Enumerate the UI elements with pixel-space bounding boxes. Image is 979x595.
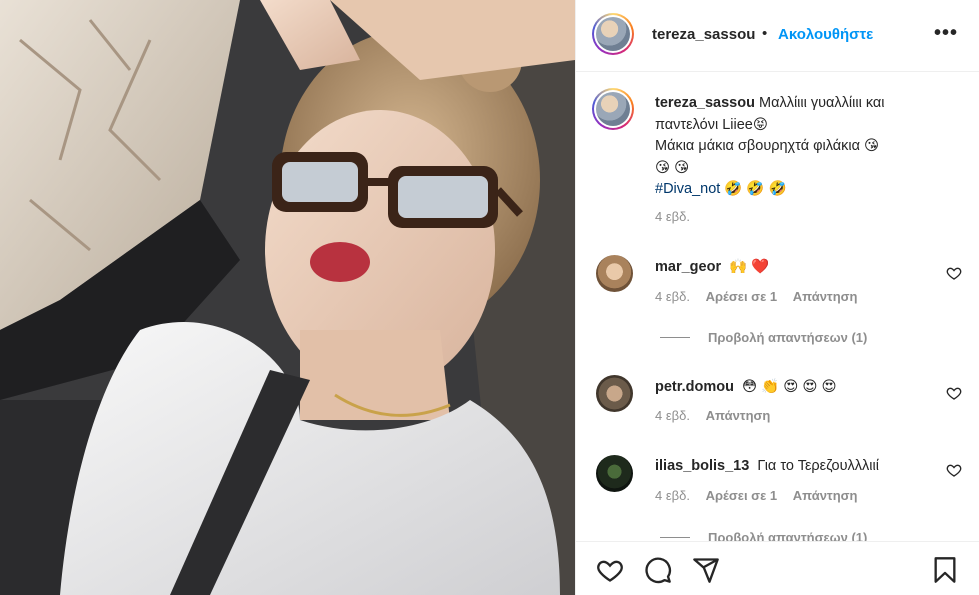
comment-body: Για το Τερεζουλλλιιί [757, 458, 879, 474]
post-header: tereza_sassou • Ακολουθήστε ••• [576, 0, 979, 72]
replies-divider [660, 537, 690, 538]
caption-hashtag[interactable]: #Diva_not [655, 181, 720, 197]
caption-username[interactable]: tereza_sassou [655, 95, 755, 111]
caption-timestamp[interactable]: 4 εβδ. [655, 209, 690, 224]
separator-dot: • [762, 25, 768, 42]
comment-like-heart-icon[interactable] [946, 462, 962, 478]
comment-time[interactable]: 4 εβδ. [655, 289, 690, 304]
caption-emojis: 🤣 🤣 🤣 [724, 181, 787, 197]
reply-button[interactable]: Απάντηση [793, 488, 858, 503]
share-icon[interactable] [692, 556, 720, 584]
follow-button[interactable]: Ακολουθήστε [778, 26, 873, 43]
author-username[interactable]: tereza_sassou [652, 26, 755, 43]
commenter-username[interactable]: ilias_bolis_13 [655, 458, 749, 474]
caption-text: tereza_sassou Μαλλίιιι γυαλλίιιι και παν… [655, 93, 955, 201]
commenter-username[interactable]: petr.domou [655, 379, 734, 395]
comment-likes[interactable]: Αρέσει σε 1 [706, 488, 778, 503]
comment-time[interactable]: 4 εβδ. [655, 408, 690, 423]
heart-icon[interactable] [596, 556, 624, 584]
comment-body: 😳 👏 😍 😍 😍 [741, 379, 837, 395]
comment-meta: 4 εβδ. Αρέσει σε 1 Απάντηση [655, 289, 870, 304]
caption-line-4: 😘 😘 [655, 159, 690, 176]
comment-like-heart-icon[interactable] [946, 265, 962, 281]
author-avatar[interactable] [592, 13, 634, 55]
caption-line-3: Μάκια μάκια σβουρηχτά φιλάκια 😘 [655, 138, 880, 154]
bookmark-icon[interactable] [931, 556, 959, 584]
comment-text: mar_geor 🙌 ❤️ [655, 258, 769, 275]
view-replies-button[interactable]: Προβολή απαντήσεων (1) [660, 330, 867, 345]
comment-body: 🙌 ❤️ [729, 259, 770, 275]
post-photo[interactable] [0, 0, 575, 595]
comment-icon[interactable] [644, 556, 672, 584]
replies-divider [660, 337, 690, 338]
comment-like-heart-icon[interactable] [946, 385, 962, 401]
commenter-avatar[interactable] [596, 375, 633, 412]
caption-line-1: Μαλλίιιι γυαλλίιιι και [758, 95, 885, 111]
reply-button[interactable]: Απάντηση [706, 408, 771, 423]
view-replies-label: Προβολή απαντήσεων (1) [708, 330, 868, 345]
comment-meta: 4 εβδ. Απάντηση [655, 408, 782, 423]
comment-text: ilias_bolis_13 Για το Τερεζουλλλιιί [655, 458, 879, 474]
post-actions-bar [576, 541, 979, 595]
selfie-image [0, 0, 575, 595]
caption-avatar[interactable] [592, 88, 634, 130]
comment-meta: 4 εβδ. Αρέσει σε 1 Απάντηση [655, 488, 870, 503]
commenter-avatar[interactable] [596, 255, 633, 292]
comment-likes[interactable]: Αρέσει σε 1 [706, 289, 778, 304]
reply-button[interactable]: Απάντηση [793, 289, 858, 304]
more-options-icon[interactable]: ••• [934, 22, 958, 45]
commenter-username[interactable]: mar_geor [655, 259, 721, 275]
commenter-avatar[interactable] [596, 455, 633, 492]
post-side-panel: tereza_sassou • Ακολουθήστε ••• tereza_s… [575, 0, 979, 595]
comment-time[interactable]: 4 εβδ. [655, 488, 690, 503]
caption-line-2: παντελόνι Liiee😝 [655, 116, 768, 133]
comment-text: petr.domou 😳 👏 😍 😍 😍 [655, 378, 837, 395]
